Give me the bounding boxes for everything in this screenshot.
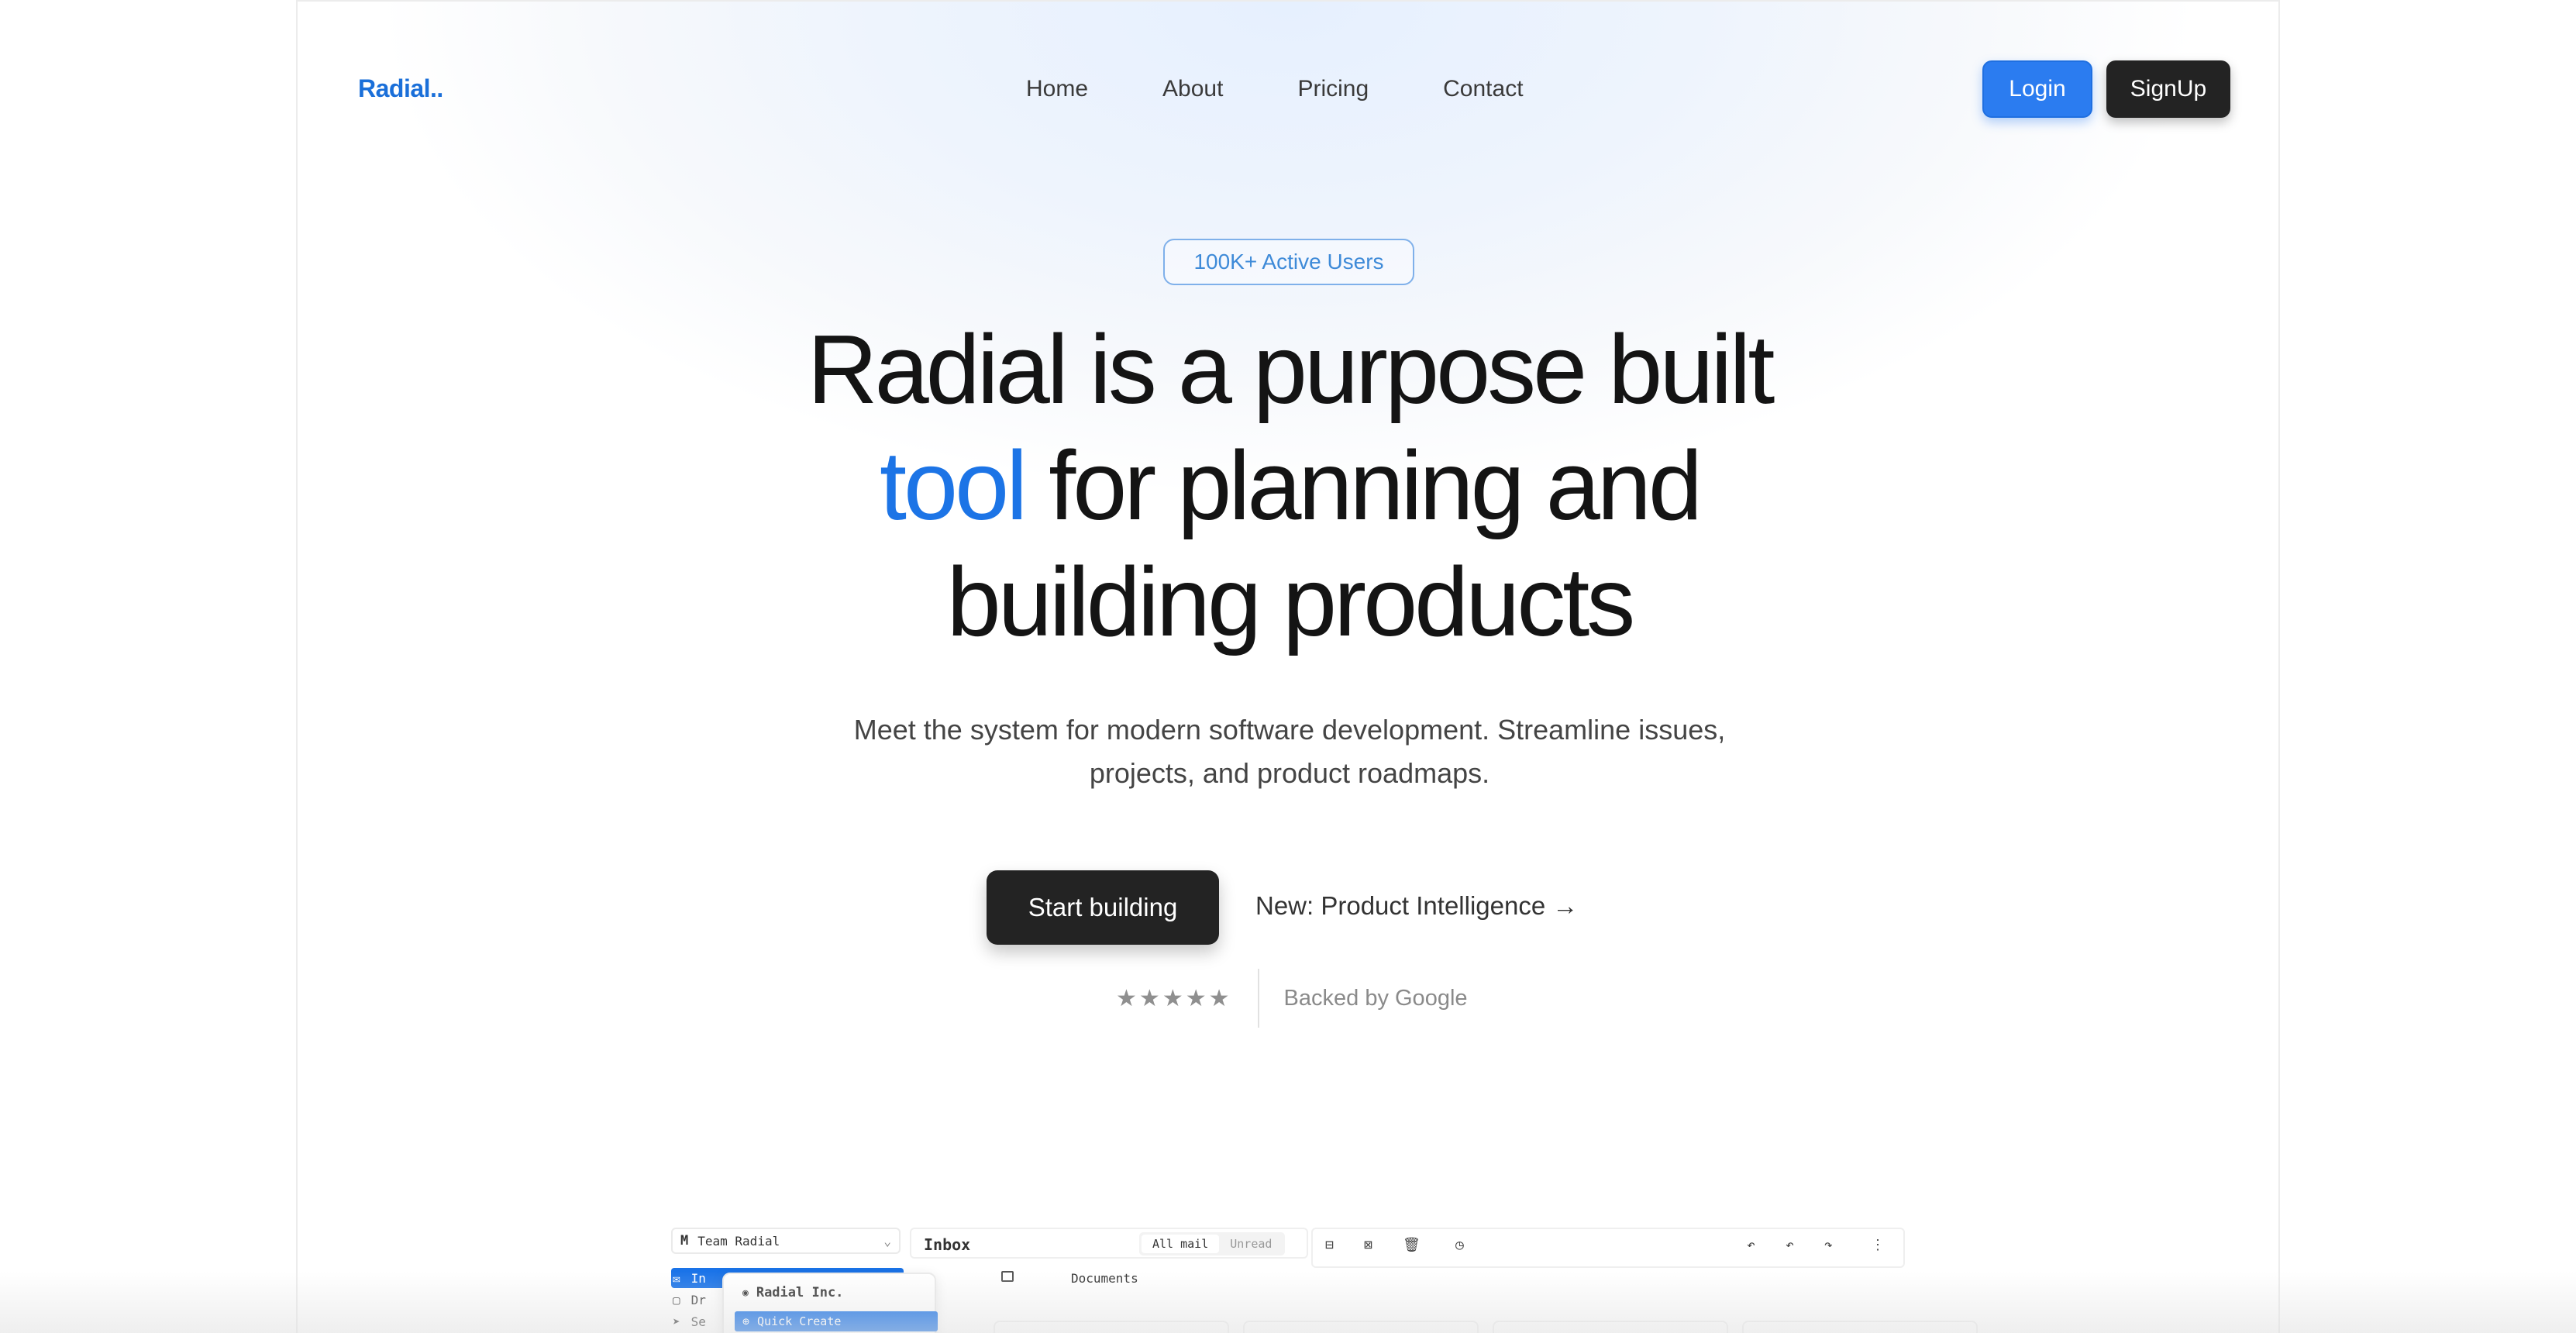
inbox-icon: ✉ bbox=[673, 1270, 680, 1286]
headline-line-3: building products bbox=[946, 547, 1636, 656]
document-card[interactable] bbox=[1243, 1321, 1479, 1333]
divider bbox=[1257, 969, 1259, 1028]
popup-title-text: Radial Inc. bbox=[756, 1285, 844, 1300]
chevron-down-icon: ⌄ bbox=[883, 1233, 891, 1249]
preview-sidebar: M Team Radial ⌄ ✉ In ▢ Dr ➤ Se ◉ Radial … bbox=[668, 1224, 938, 1333]
sidebar-label: In bbox=[690, 1270, 706, 1286]
document-card[interactable] bbox=[1493, 1321, 1728, 1333]
start-building-button[interactable]: Start building bbox=[987, 870, 1219, 945]
mail-logo-icon: M bbox=[680, 1233, 689, 1249]
nav-link-contact[interactable]: Contact bbox=[1443, 76, 1523, 102]
tab-unread[interactable]: Unread bbox=[1219, 1235, 1283, 1253]
active-users-badge: 100K+ Active Users bbox=[1163, 239, 1414, 285]
quick-create-item[interactable]: ⊕ Quick Create bbox=[735, 1311, 938, 1331]
nav-link-home[interactable]: Home bbox=[1026, 76, 1088, 102]
hero-subtext: Meet the system for modern software deve… bbox=[853, 714, 1726, 789]
archive-icon[interactable]: ⊟ bbox=[1325, 1237, 1334, 1253]
main-nav: Home About Pricing Contact bbox=[1026, 76, 1524, 102]
star-icon: ★ bbox=[1116, 985, 1137, 1011]
social-proof: ★ ★ ★ ★ ★ Backed by Google bbox=[1116, 969, 1468, 1028]
brand-logo[interactable]: Radial.. bbox=[358, 74, 443, 103]
team-name: Team Radial bbox=[697, 1233, 780, 1249]
mail-filter-tabs: All mail Unread bbox=[1139, 1232, 1286, 1256]
landing-page: Radial.. Home About Pricing Contact Logi… bbox=[296, 0, 2280, 1333]
headline-line-1: Radial is a purpose built bbox=[807, 315, 1775, 424]
hero-headline: Radial is a purpose built tool for plann… bbox=[499, 312, 2080, 660]
more-vertical-icon[interactable]: ⋮ bbox=[1871, 1237, 1885, 1253]
star-rating: ★ ★ ★ ★ ★ bbox=[1116, 985, 1230, 1012]
app-preview: M Team Radial ⌄ ✉ In ▢ Dr ➤ Se ◉ Radial … bbox=[668, 1224, 1978, 1333]
documents-bar: Documents bbox=[994, 1262, 1905, 1294]
panel-toggle-icon[interactable] bbox=[1001, 1271, 1014, 1282]
product-intelligence-link[interactable]: New: Product Intelligence → bbox=[1255, 891, 1578, 921]
sidebar-label: Se bbox=[690, 1314, 706, 1329]
nav-link-about[interactable]: About bbox=[1162, 76, 1223, 102]
star-icon: ★ bbox=[1162, 985, 1183, 1011]
star-icon: ★ bbox=[1185, 985, 1207, 1011]
backed-by-text: Backed by Google bbox=[1283, 985, 1468, 1011]
reply-all-icon[interactable]: ↶ bbox=[1786, 1237, 1794, 1253]
document-cards bbox=[994, 1321, 1978, 1333]
documents-label: Documents bbox=[1071, 1271, 1138, 1286]
eye-icon: ◉ bbox=[742, 1286, 749, 1299]
headline-line-2: for planning and bbox=[1025, 431, 1703, 540]
file-icon: ▢ bbox=[673, 1292, 680, 1307]
star-icon: ★ bbox=[1138, 985, 1160, 1011]
team-switcher[interactable]: M Team Radial ⌄ bbox=[671, 1228, 901, 1254]
reply-icon[interactable]: ↶ bbox=[1747, 1237, 1755, 1253]
headline-accent-word: tool bbox=[880, 431, 1028, 540]
archive-x-icon[interactable]: ⊠ bbox=[1364, 1237, 1372, 1253]
plus-circle-icon: ⊕ bbox=[742, 1314, 750, 1328]
sidebar-item-drafts[interactable]: ▢ Dr bbox=[673, 1290, 706, 1310]
trash-icon[interactable]: 🗑 bbox=[1403, 1237, 1421, 1253]
document-card[interactable] bbox=[1742, 1321, 1978, 1333]
team-dropdown-popup: ◉ Radial Inc. ⊕ Quick Create bbox=[722, 1273, 938, 1333]
forward-icon[interactable]: ↷ bbox=[1824, 1237, 1833, 1253]
login-button[interactable]: Login bbox=[1982, 60, 2092, 118]
sidebar-item-inbox-label: ✉ In bbox=[673, 1268, 706, 1288]
quick-create-label: Quick Create bbox=[757, 1314, 842, 1328]
signup-button[interactable]: SignUp bbox=[2106, 60, 2230, 118]
inbox-header: Inbox All mail Unread bbox=[910, 1228, 1308, 1259]
document-card[interactable] bbox=[994, 1321, 1229, 1333]
inbox-title: Inbox bbox=[924, 1235, 971, 1254]
tab-all-mail[interactable]: All mail bbox=[1142, 1235, 1220, 1253]
star-icon: ★ bbox=[1208, 985, 1230, 1011]
sidebar-item-sent[interactable]: ➤ Se bbox=[673, 1311, 706, 1331]
sidebar-label: Dr bbox=[690, 1292, 706, 1307]
clock-icon[interactable]: ◷ bbox=[1455, 1237, 1464, 1253]
popup-title: ◉ Radial Inc. bbox=[742, 1285, 843, 1300]
nav-link-pricing[interactable]: Pricing bbox=[1297, 76, 1369, 102]
send-icon: ➤ bbox=[673, 1314, 680, 1329]
